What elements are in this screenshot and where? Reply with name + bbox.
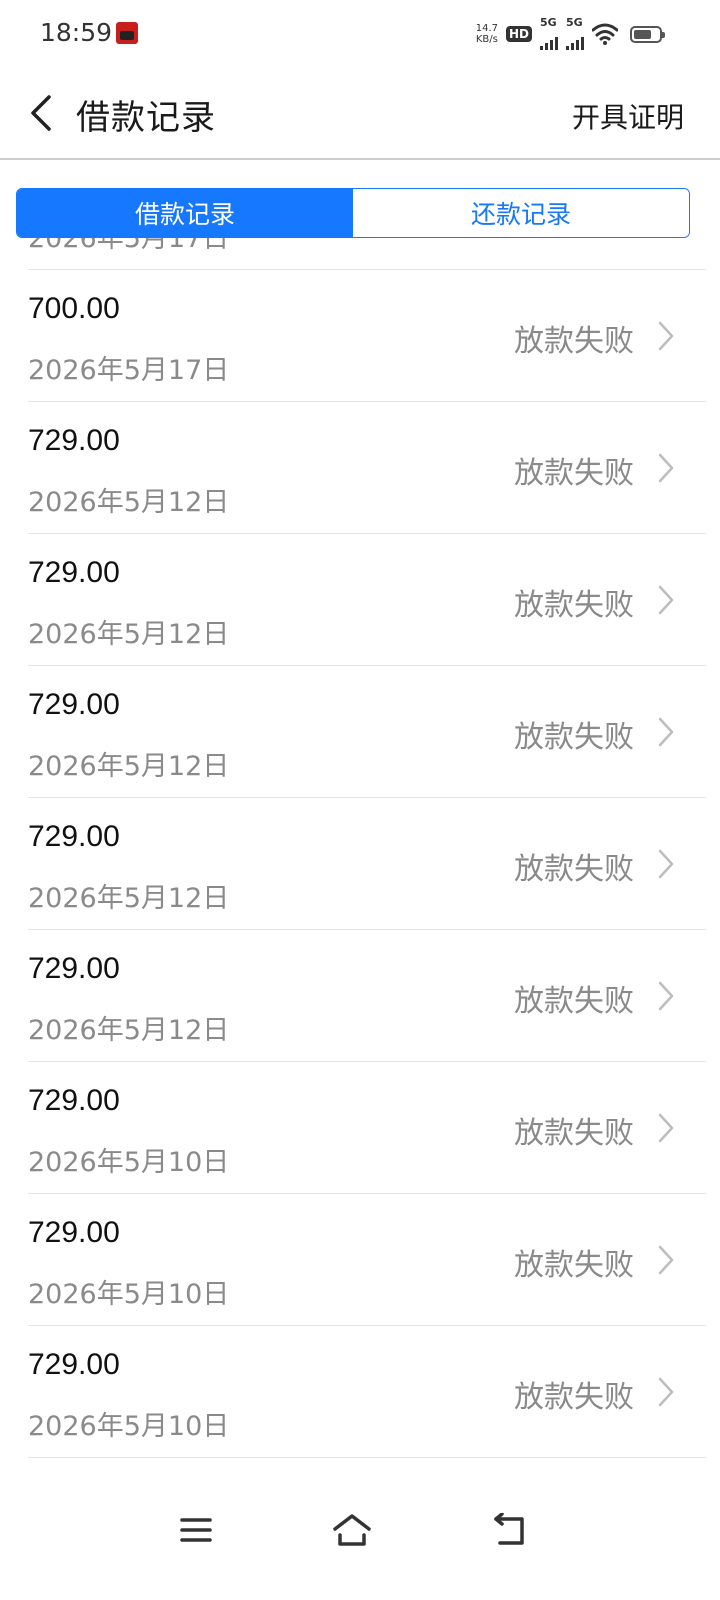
record-status: 放款失败 (514, 588, 634, 623)
record-date: 2026年5月12日 (28, 619, 230, 650)
screen: 18:59 14.7 KB/s HD 5G 5G 借款记录 开具证明 借款记录 … (0, 0, 720, 1600)
battery-fill (634, 29, 651, 39)
record-status: 放款失败 (514, 324, 634, 359)
record-row[interactable]: 729.00 2026年5月10日 放款失败 (28, 1326, 706, 1458)
battery-icon (630, 25, 665, 43)
record-status: 放款失败 (514, 1380, 634, 1415)
home-icon (333, 1514, 371, 1546)
record-status: 放款失败 (514, 1116, 634, 1151)
chevron-right-icon (658, 585, 674, 615)
tab-repayment-records[interactable]: 还款记录 (353, 189, 689, 237)
chevron-right-icon (658, 1377, 674, 1407)
navigation-bar (0, 1488, 720, 1600)
record-status: 放款失败 (514, 720, 634, 755)
network-speed-value: 14.7 (475, 23, 498, 34)
back-button[interactable] (20, 88, 60, 138)
signal-icon-2: 5G (566, 16, 584, 50)
header: 借款记录 开具证明 (0, 68, 720, 160)
record-row[interactable]: 729.00 2026年5月12日 放款失败 (28, 666, 706, 798)
record-amount: 729.00 (28, 688, 120, 721)
record-amount: 729.00 (28, 1216, 120, 1249)
record-row[interactable]: 729.00 2026年5月12日 放款失败 (28, 402, 706, 534)
record-row[interactable]: 729.00 2026年5月12日 放款失败 (28, 798, 706, 930)
record-row[interactable]: 729.00 2026年5月12日 放款失败 (28, 930, 706, 1062)
record-row[interactable]: 729.00 2026年5月12日 放款失败 (28, 534, 706, 666)
signal-label: 5G (540, 16, 557, 29)
notification-app-icon (116, 22, 138, 44)
back-icon (494, 1513, 524, 1545)
record-amount: 729.00 (28, 556, 120, 589)
hd-icon: HD (505, 26, 532, 42)
status-indicators: 14.7 KB/s HD 5G 5G (476, 16, 665, 50)
record-status: 放款失败 (514, 984, 634, 1019)
record-row[interactable]: 700.00 2026年5月17日 放款失败 (28, 270, 706, 402)
status-time: 18:59 (40, 18, 113, 47)
record-status: 放款失败 (514, 456, 634, 491)
issue-certificate-button[interactable]: 开具证明 (572, 96, 684, 136)
chevron-left-icon (31, 95, 51, 131)
record-status: 放款失败 (514, 1248, 634, 1283)
home-button[interactable] (322, 1508, 382, 1552)
system-back-button[interactable] (480, 1508, 540, 1552)
record-type-tabs: 借款记录 还款记录 (16, 188, 690, 238)
record-date: 2026年5月10日 (28, 1147, 230, 1178)
record-amount: 729.00 (28, 952, 120, 985)
record-row[interactable]: 729.00 2026年5月10日 放款失败 (28, 1062, 706, 1194)
network-speed: 14.7 KB/s (476, 23, 498, 45)
chevron-right-icon (658, 849, 674, 879)
record-date: 2026年5月12日 (28, 883, 230, 914)
chevron-right-icon (658, 981, 674, 1011)
record-amount: 700.00 (28, 292, 120, 325)
record-status: 放款失败 (514, 852, 634, 887)
record-amount: 729.00 (28, 1348, 120, 1381)
tab-loan-records[interactable]: 借款记录 (17, 189, 353, 237)
record-date: 2026年5月12日 (28, 487, 230, 518)
chevron-right-icon (658, 453, 674, 483)
record-date: 2026年5月10日 (28, 1411, 230, 1442)
record-amount: 729.00 (28, 820, 120, 853)
chevron-right-icon (658, 1113, 674, 1143)
record-date: 2026年5月17日 (28, 238, 230, 254)
chevron-right-icon (658, 717, 674, 747)
network-speed-unit: KB/s (475, 34, 498, 45)
record-date: 2026年5月17日 (28, 355, 230, 386)
record-date: 2026年5月12日 (28, 1015, 230, 1046)
status-bar: 18:59 14.7 KB/s HD 5G 5G (0, 0, 720, 68)
record-row[interactable]: 729.00 2026年5月10日 放款失败 (28, 1194, 706, 1326)
record-row[interactable]: 2026年5月17日 (28, 238, 706, 270)
record-amount: 729.00 (28, 1084, 120, 1117)
record-amount: 729.00 (28, 424, 120, 457)
chevron-right-icon (658, 321, 674, 351)
chevron-right-icon (658, 1245, 674, 1275)
record-list-content: 2026年5月17日 700.00 2026年5月17日 放款失败 729.00 2026… (0, 238, 720, 1458)
record-date: 2026年5月12日 (28, 751, 230, 782)
wifi-icon (592, 23, 618, 45)
signal-label-2: 5G (566, 16, 583, 29)
record-list[interactable]: 2026年5月17日 700.00 2026年5月17日 放款失败 729.00 2026… (0, 238, 720, 1488)
signal-icon: 5G (540, 16, 558, 50)
record-date: 2026年5月10日 (28, 1279, 230, 1310)
menu-icon (180, 1518, 212, 1542)
page-title: 借款记录 (76, 98, 216, 138)
menu-button[interactable] (166, 1508, 226, 1552)
